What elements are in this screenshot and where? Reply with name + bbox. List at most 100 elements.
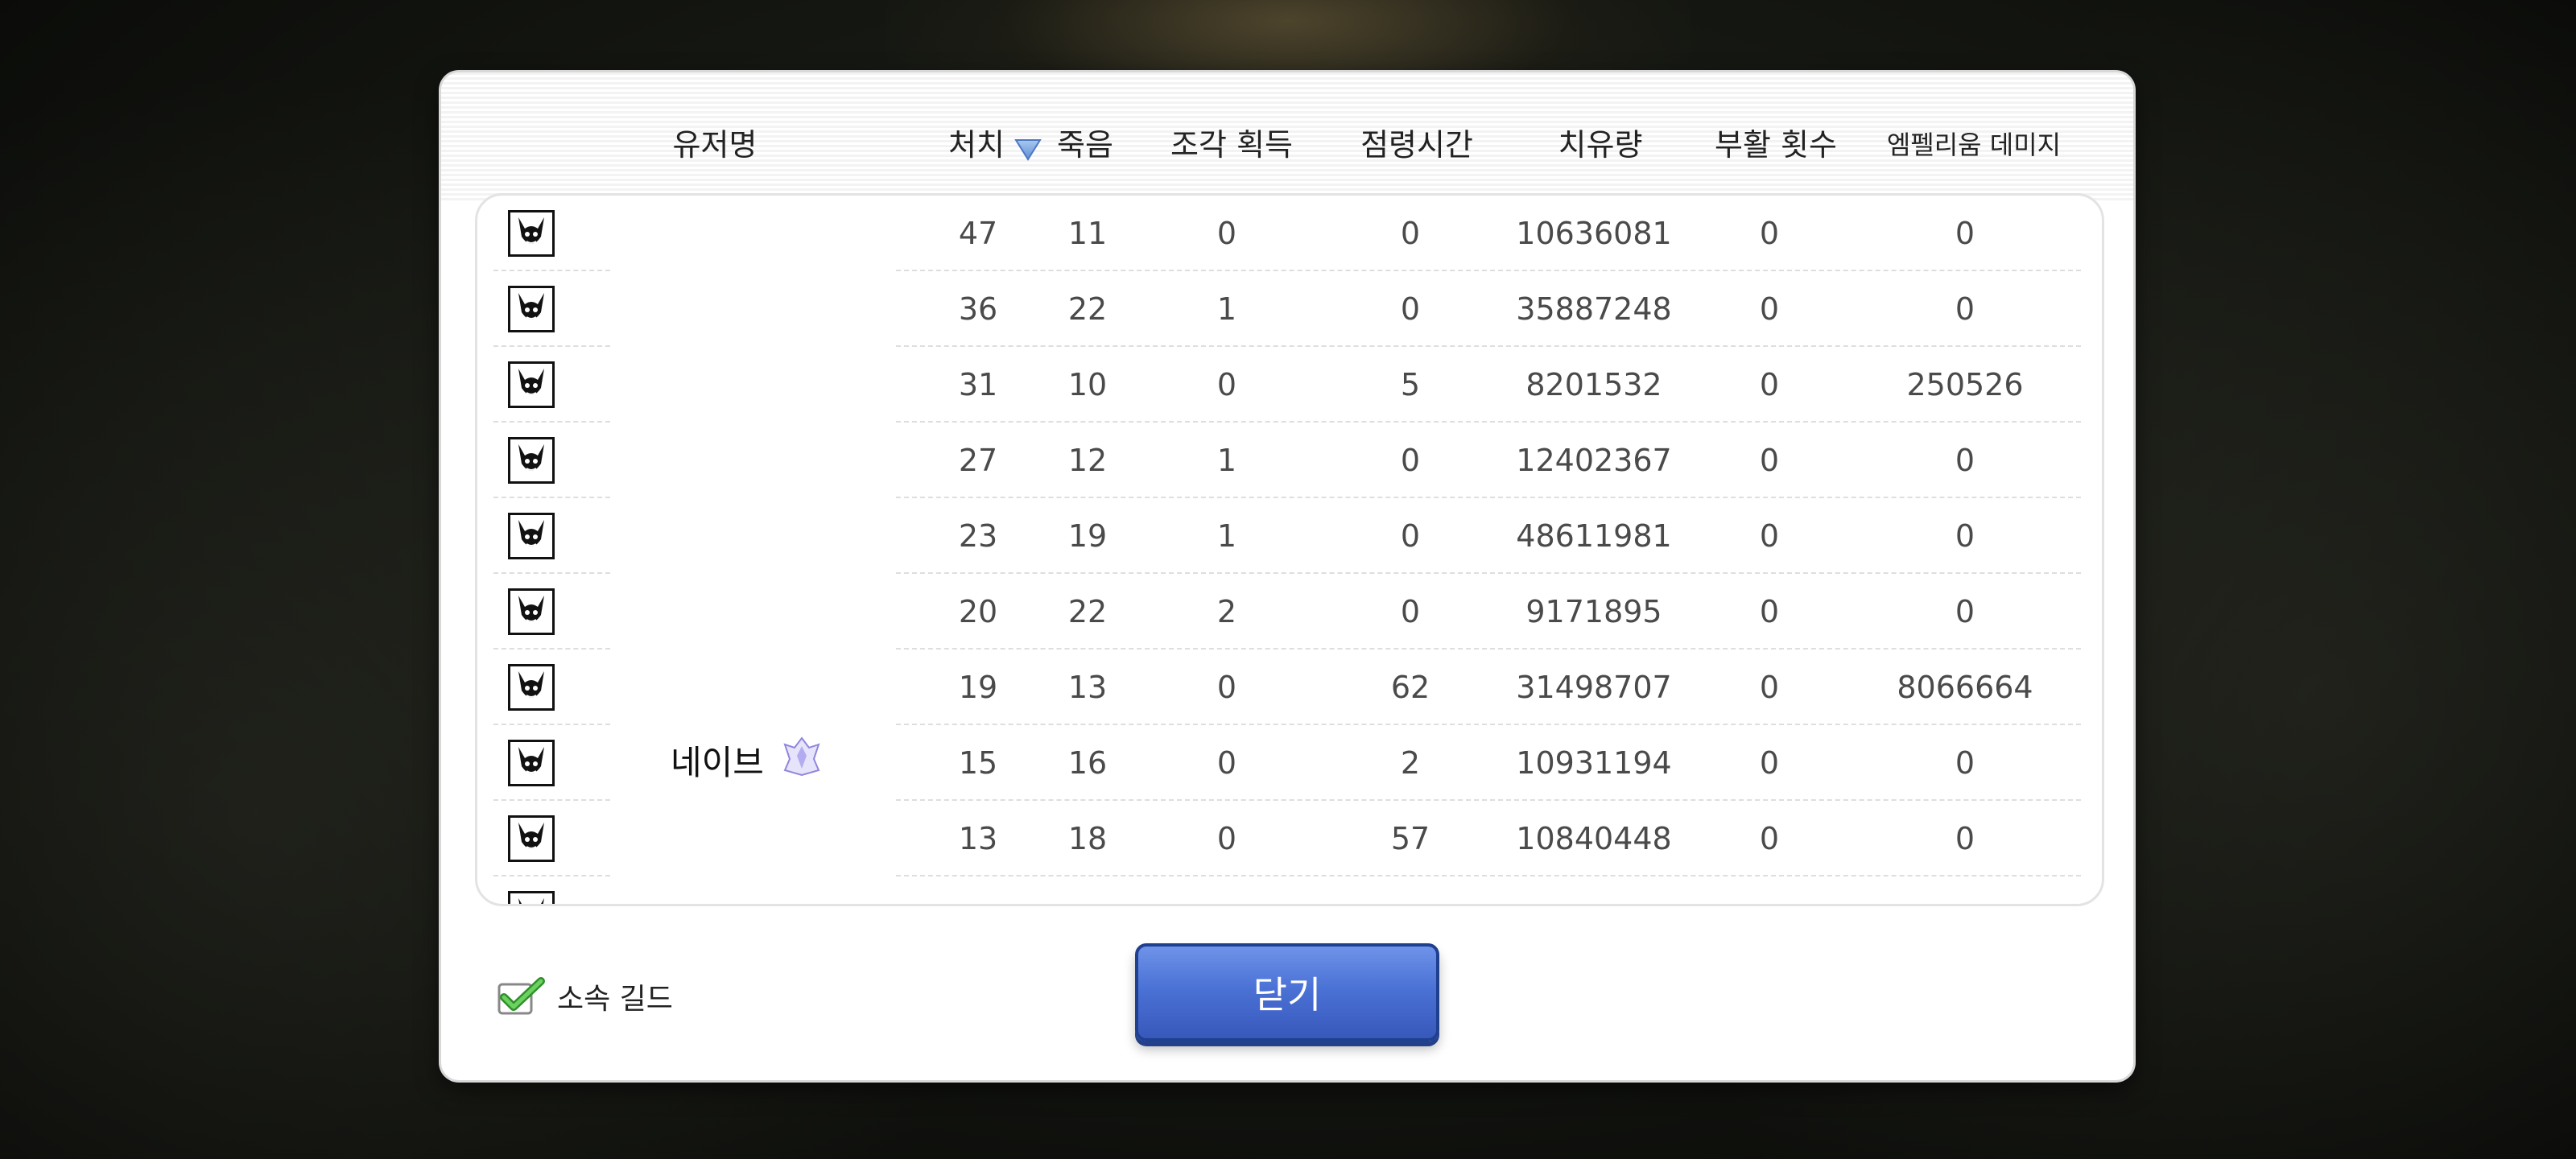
cell-healing: 10636081: [1516, 216, 1672, 251]
guild-emblem-horns-icon: [518, 747, 544, 773]
cell-fragments: 0: [1216, 216, 1237, 251]
table-row[interactable]: 27 12 1 0 12402367 0 0: [477, 423, 2102, 498]
player-emblem: [508, 815, 555, 862]
cell-fragments: 1: [1216, 518, 1237, 554]
cell-capture-time: 0: [1400, 518, 1421, 554]
player-emblem: [508, 588, 555, 635]
player-name: 네이브: [671, 743, 764, 782]
cell-kills: 13: [958, 821, 998, 856]
cell-revives: 0: [1759, 594, 1780, 629]
cell-deaths: 19: [1067, 518, 1108, 554]
cell-deaths: 12: [1067, 443, 1108, 478]
guild-filter-checkbox[interactable]: 소속 길드: [497, 975, 673, 1017]
header-fragments[interactable]: 조각 획득: [1170, 121, 1293, 169]
table-row[interactable]: 31 10 0 5 8201532 0 250526: [477, 347, 2102, 423]
cell-deaths: 13: [1067, 670, 1108, 705]
cell-revives: 0: [1759, 291, 1780, 327]
player-emblem: [508, 513, 555, 559]
header-capture-time[interactable]: 점령시간: [1360, 121, 1473, 169]
guild-emblem-horns-icon: [518, 217, 544, 244]
cell-revives: 0: [1759, 821, 1780, 856]
header-deaths[interactable]: 죽음: [1057, 121, 1113, 169]
cell-healing: 48611981: [1516, 518, 1672, 554]
cell-capture-time: 62: [1390, 670, 1430, 705]
cell-capture-time: 0: [1400, 594, 1421, 629]
cell-revives: 0: [1759, 670, 1780, 705]
cell-capture-time: 57: [1390, 821, 1430, 856]
cell-deaths: 22: [1067, 594, 1108, 629]
player-emblem: [508, 740, 555, 786]
player-emblem: [508, 437, 555, 484]
cell-emperium-damage: 0: [1955, 291, 1975, 327]
cell-deaths: 18: [1067, 821, 1108, 856]
cell-healing: 10840448: [1516, 821, 1672, 856]
cell-deaths: 22: [1067, 291, 1108, 327]
table-row[interactable]: 19 13 0 62 31498707 0 8066664: [477, 650, 2102, 725]
cell-revives: 0: [1759, 367, 1780, 402]
player-emblem: [508, 361, 555, 408]
header-kills[interactable]: 처치: [948, 121, 1005, 169]
player-emblem: [508, 210, 555, 257]
table-row[interactable]: 36 22 1 0 35887248 0 0: [477, 271, 2102, 347]
cell-fragments: 0: [1216, 367, 1237, 402]
cell-kills: 36: [958, 291, 998, 327]
cell-emperium-damage: 0: [1955, 443, 1975, 478]
cell-fragments: 2: [1216, 594, 1237, 629]
cell-deaths: 16: [1067, 745, 1108, 781]
cell-capture-time: 0: [1400, 216, 1421, 251]
cell-revives: 0: [1759, 216, 1780, 251]
cell-emperium-damage: 0: [1955, 594, 1975, 629]
cell-kills: 15: [958, 745, 998, 781]
results-table[interactable]: 47 11 0 0 10636081 0 0 36 22 1 0 35887248 0 0 31 10 0 5 82…: [475, 193, 2104, 906]
cell-deaths: 10: [1067, 367, 1108, 402]
cell-fragments: 0: [1216, 821, 1237, 856]
guild-emblem-horns-icon: [518, 369, 544, 395]
guild-emblem-horns-icon: [518, 520, 544, 547]
cell-kills: 47: [958, 216, 998, 251]
cell-revives: 0: [1759, 518, 1780, 554]
table-row[interactable]: 23 19 1 0 48611981 0 0: [477, 498, 2102, 574]
checkmark-icon: [497, 977, 545, 1015]
cell-deaths: 11: [1067, 216, 1108, 251]
cell-fragments: 0: [1216, 745, 1237, 781]
guild-emblem-horns-icon: [518, 823, 544, 849]
cell-healing: 10931194: [1516, 745, 1672, 781]
guild-crest-icon: [780, 735, 824, 782]
close-button[interactable]: 닫기: [1135, 943, 1439, 1041]
cell-kills: 23: [958, 518, 998, 554]
cell-kills: 19: [958, 670, 998, 705]
player-emblem: [508, 664, 555, 711]
guild-emblem-horns-icon: [518, 444, 544, 471]
table-header: 유저명 처치 죽음 조각 획득 점령시간 치유량 부활 횟수 엠펠리움 데미지: [441, 121, 2133, 169]
cell-kills: 27: [958, 443, 998, 478]
cell-emperium-damage: 0: [1955, 216, 1975, 251]
guild-emblem-horns-icon: [518, 596, 544, 622]
player-emblem: [508, 891, 555, 904]
cell-healing: 9171895: [1525, 594, 1662, 629]
cell-fragments: 1: [1216, 291, 1237, 327]
cell-emperium-damage: 8066664: [1897, 670, 2033, 705]
header-revives[interactable]: 부활 횟수: [1715, 121, 1837, 169]
guild-emblem-horns-icon: [518, 671, 544, 698]
cell-capture-time: 5: [1400, 367, 1421, 402]
cell-kills: 31: [958, 367, 998, 402]
table-row[interactable]: 47 11 0 0 10636081 0 0: [477, 196, 2102, 271]
cell-healing: 8201532: [1525, 367, 1662, 402]
table-row[interactable]: 네이브 15 16 0 2 10931194 0 0: [477, 725, 2102, 801]
guild-filter-label: 소속 길드: [557, 983, 673, 1016]
table-row[interactable]: 13 18 0 57 10840448 0 0: [477, 801, 2102, 876]
cell-healing: 35887248: [1516, 291, 1672, 327]
cell-kills: 20: [958, 594, 998, 629]
cell-fragments: 0: [1216, 670, 1237, 705]
table-row[interactable]: 20 22 2 0 9171895 0 0: [477, 574, 2102, 650]
cell-capture-time: 2: [1400, 745, 1421, 781]
cell-capture-time: 0: [1400, 443, 1421, 478]
cell-revives: 0: [1759, 745, 1780, 781]
cell-healing: 12402367: [1516, 443, 1672, 478]
header-emperium-damage[interactable]: 엠펠리움 데미지: [1887, 121, 2061, 169]
cell-emperium-damage: 250526: [1906, 367, 2024, 402]
table-row-partial[interactable]: [477, 876, 2102, 904]
cell-emperium-damage: 0: [1955, 745, 1975, 781]
sort-descending-triangle-icon[interactable]: [1014, 137, 1042, 161]
header-healing[interactable]: 치유량: [1558, 121, 1643, 169]
